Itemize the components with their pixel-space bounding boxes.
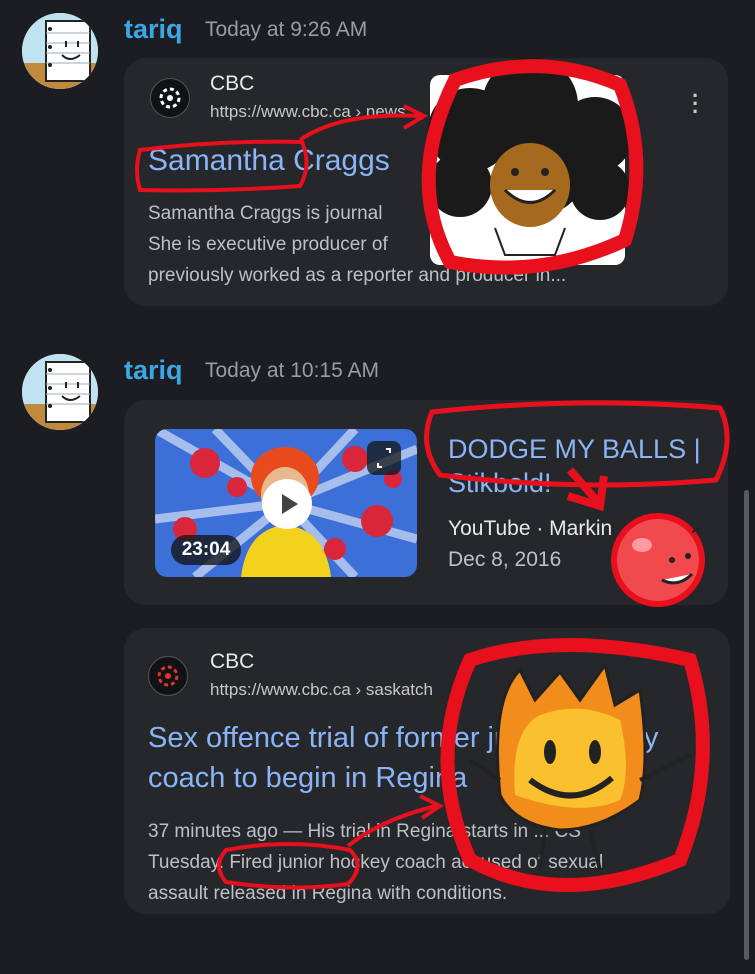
play-icon[interactable]: [262, 479, 312, 529]
snippet-line: 37 minutes ago — His trial in Regina sta…: [148, 821, 581, 842]
site-url[interactable]: https://www.cbc.ca › news: [210, 102, 406, 122]
snippet-line: ont.: [608, 203, 640, 224]
video-title[interactable]: DODGE MY BALLS | Stikbold!: [448, 432, 718, 500]
snippet-line: previously worked as a reporter and prod…: [148, 265, 567, 286]
link-title[interactable]: coach to begin in Regina: [148, 762, 467, 795]
link-title[interactable]: Sex offence trial of former junior hocke…: [148, 722, 658, 755]
expand-icon[interactable]: [367, 441, 401, 475]
snippet-line: Samantha Craggs is journal: [148, 203, 383, 224]
site-url[interactable]: https://www.cbc.ca › saskatch: [210, 680, 433, 700]
link-title[interactable]: Samantha Craggs: [148, 144, 390, 178]
site-name: CBC: [210, 72, 255, 95]
link-embed-card[interactable]: CBC https://www.cbc.ca › saskatch · · · Se…: [124, 628, 730, 914]
snippet-line: Tuesday. Fired junior hockey coach accus…: [148, 852, 604, 873]
site-name: CBC: [210, 650, 255, 673]
video-source: YouTube · Markin: [448, 517, 613, 540]
notebook-avatar-icon: [22, 354, 98, 430]
avatar[interactable]: [22, 13, 98, 89]
username[interactable]: tariq: [124, 14, 183, 45]
snippet-line: She is executive producer of: [148, 234, 388, 255]
link-embed-card[interactable]: CBC https://www.cbc.ca › news · · · Samant…: [124, 58, 728, 306]
cbc-logo-icon: [150, 78, 190, 118]
scrollbar[interactable]: [744, 490, 749, 960]
more-options-icon[interactable]: · · ·: [692, 661, 699, 699]
video-thumbnail[interactable]: 23:04: [155, 429, 417, 577]
username[interactable]: tariq: [124, 355, 183, 386]
cbc-logo-icon: [148, 656, 188, 696]
more-options-icon[interactable]: · · ·: [692, 85, 699, 123]
video-date: Dec 8, 2016: [448, 548, 562, 571]
notebook-avatar-icon: [22, 13, 98, 89]
avatar[interactable]: [22, 354, 98, 430]
snippet-line: assault released in Regina with conditio…: [148, 883, 508, 904]
video-embed-card[interactable]: 23:04 DODGE MY BALLS | Stikbold! YouTube…: [124, 400, 728, 605]
timestamp: Today at 9:26 AM: [205, 18, 368, 41]
video-duration: 23:04: [171, 535, 241, 565]
timestamp: Today at 10:15 AM: [205, 359, 379, 382]
